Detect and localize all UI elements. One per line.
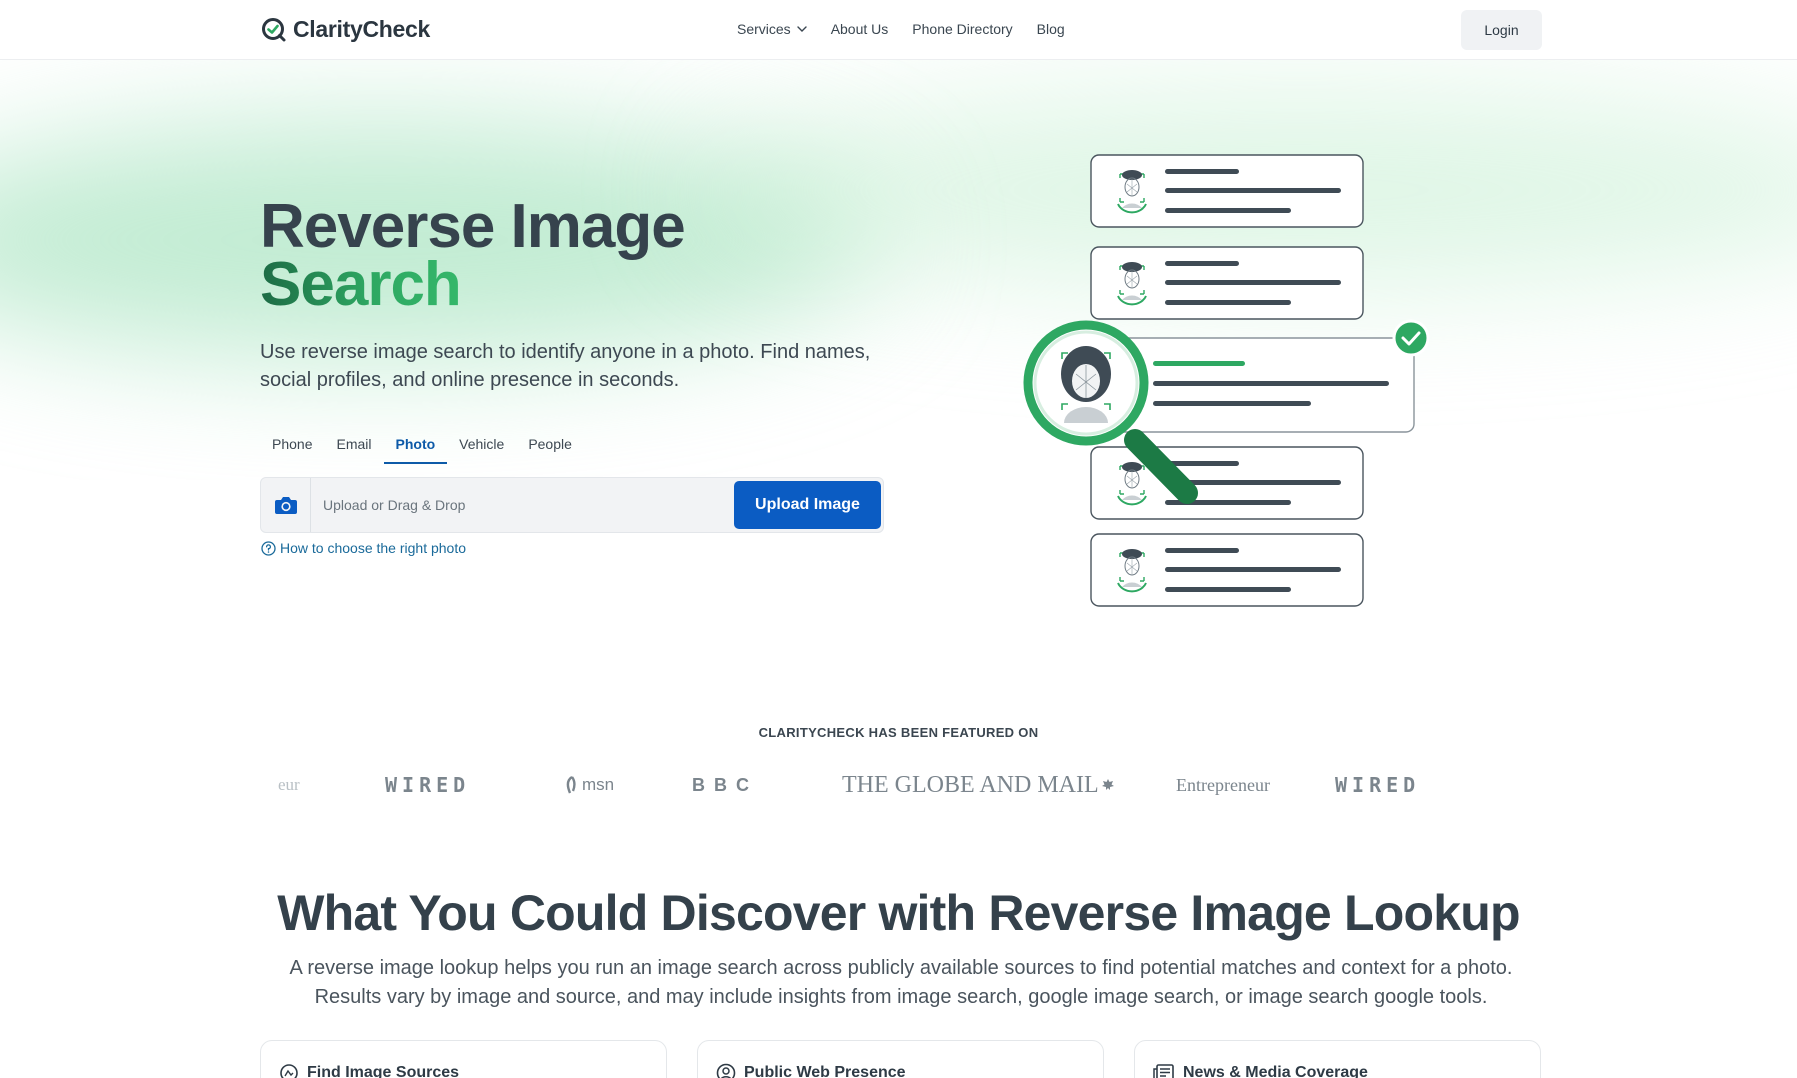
logo-check-icon [262,17,286,41]
logo-entrepreneur: Entrepreneur [1176,774,1270,795]
face-search-illustration [1023,154,1430,607]
maple-leaf-icon [1101,779,1114,790]
photo-help-link-label: How to choose the right photo [280,540,467,556]
card-find-image-sources[interactable]: Find Image Sources [260,1040,667,1078]
upload-image-button[interactable]: Upload Image [734,481,881,529]
page-title: Reverse Image Search [260,196,686,316]
msn-butterfly-icon [566,776,576,794]
camera-icon [274,497,297,514]
image-source-icon [280,1064,298,1078]
tab-email[interactable]: Email [324,430,383,464]
nav-services[interactable]: Services [737,21,807,37]
card-news-media-coverage-head: News & Media Coverage [1153,1063,1368,1078]
user-circle-icon [716,1063,736,1078]
nav-blog-label: Blog [1036,21,1065,37]
card-public-web-presence-head: Public Web Presence [716,1063,906,1078]
page-title-line2: Search [260,250,462,319]
tab-vehicle[interactable]: Vehicle [447,430,516,464]
brand-logo[interactable]: ClarityCheck [261,16,430,43]
logo-msn: msn [565,768,614,802]
nav-about-us[interactable]: About Us [831,21,889,37]
help-circle-icon [261,540,276,556]
photo-help-link[interactable]: How to choose the right photo [261,540,466,556]
login-button[interactable]: Login [1461,10,1542,50]
newspaper-icon [1153,1064,1174,1078]
logo-bbc: BBC [692,774,758,795]
camera-icon-wrap[interactable] [261,478,311,532]
logo-entrepreneur-partial: eur [278,775,300,794]
brand-name: ClarityCheck [293,16,431,42]
logo-wired-2: WIRED [1335,773,1421,797]
featured-label: CLARITYCHECK HAS BEEN FEATURED ON [758,725,1039,740]
photo-upload-input[interactable] [323,494,703,516]
nav-services-label: Services [737,21,791,37]
logo-globe-and-mail: THE GLOBE AND MAIL [842,768,1114,802]
discover-subtitle: A reverse image lookup helps you run an … [289,957,1513,1008]
search-tabs: Phone Email Photo Vehicle People [260,430,584,464]
card-public-web-presence-title: Public Web Presence [744,1064,906,1078]
nav-blog[interactable]: Blog [1037,21,1065,37]
card-find-image-sources-head: Find Image Sources [279,1063,459,1078]
main-nav: Services About Us Phone Directory Blog [737,21,1065,37]
tab-phone[interactable]: Phone [260,430,324,464]
site-header: ClarityCheck Services About Us Phone Dir… [0,0,1797,60]
featured-logos: eur WIRED msn BBC THE GLOBE AND MAIL Ent… [260,768,1542,802]
discover-title: What You Could Discover with Reverse Ima… [277,885,1520,941]
nav-phone-directory[interactable]: Phone Directory [912,21,1012,37]
chevron-down-icon [796,26,807,32]
hero-subtitle: Use reverse image search to identify any… [260,341,871,391]
card-news-media-coverage[interactable]: News & Media Coverage [1134,1040,1541,1078]
card-find-image-sources-title: Find Image Sources [307,1064,460,1078]
card-public-web-presence[interactable]: Public Web Presence [697,1040,1104,1078]
photo-search-box: Upload Image [260,477,884,533]
nav-about-us-label: About Us [830,21,889,37]
nav-phone-directory-label: Phone Directory [912,21,1013,37]
logo-wired-1: WIRED [385,773,471,797]
tab-photo[interactable]: Photo [383,430,448,464]
tab-people[interactable]: People [516,430,584,464]
card-news-media-coverage-title: News & Media Coverage [1183,1064,1368,1078]
